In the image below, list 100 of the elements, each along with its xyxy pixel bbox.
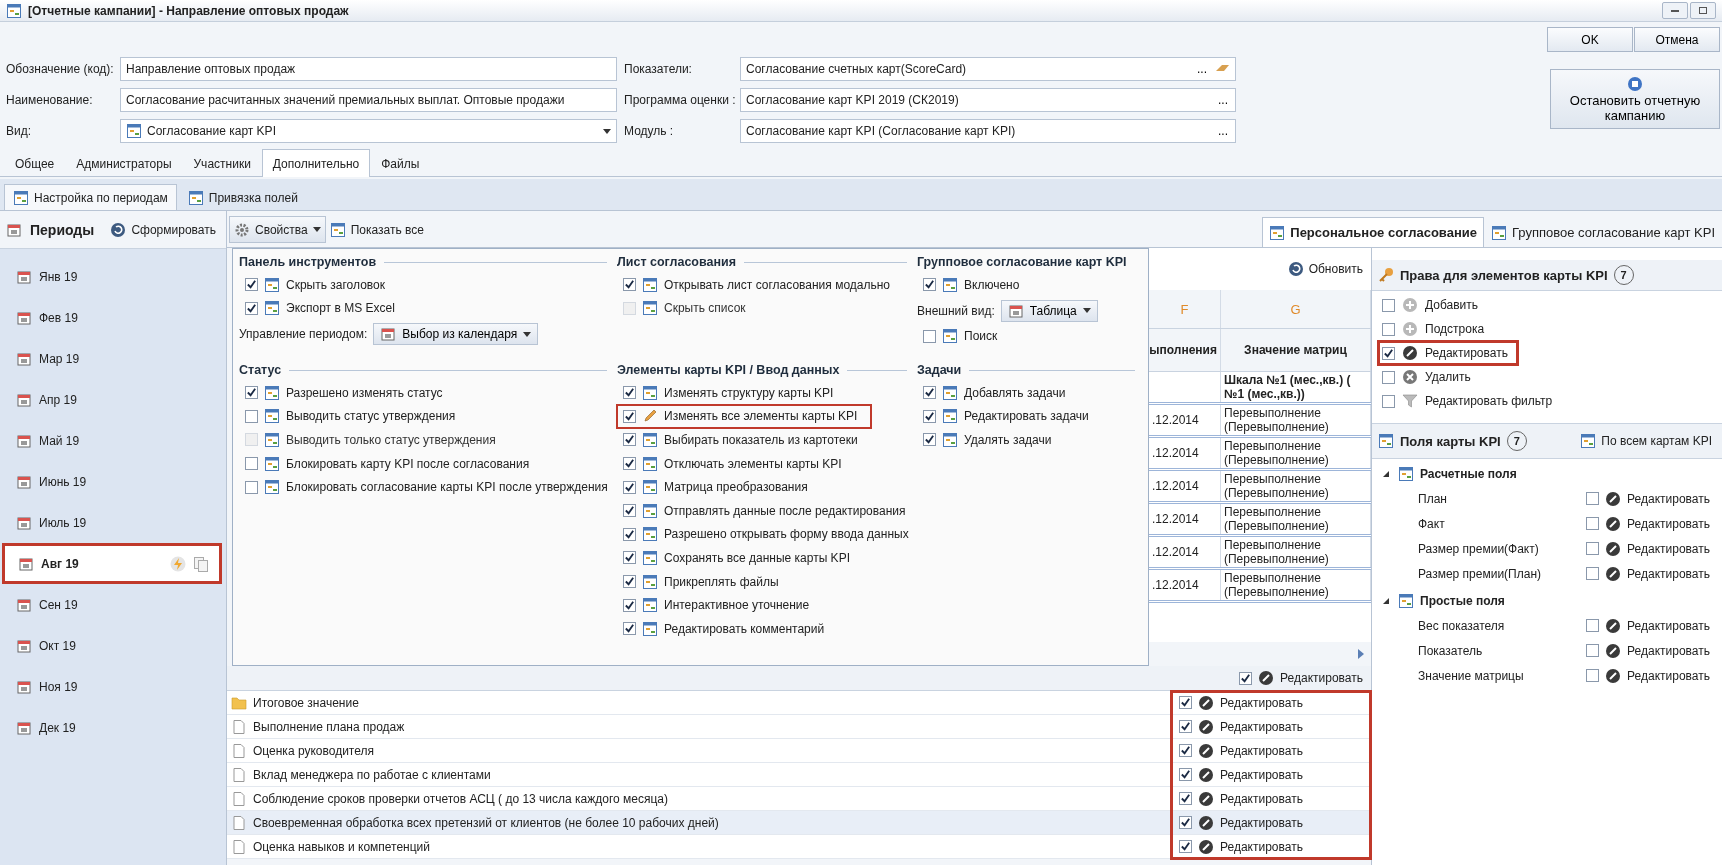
stop-campaign-button[interactable]: Остановить отчетную кампанию	[1550, 69, 1720, 129]
list-row[interactable]: Оценка навыков и компетенций	[227, 835, 1171, 859]
checkbox[interactable]	[1586, 619, 1600, 632]
field-label: Обозначение (код):	[6, 62, 115, 76]
text-field[interactable]: Согласование расчитанных значений премиальных выплат. Оптовые продажи	[120, 88, 617, 112]
list-row[interactable]: Вклад менеджера по работае с клиентами	[227, 763, 1171, 787]
checkbox[interactable]	[1239, 671, 1253, 685]
checkbox[interactable]	[1179, 816, 1192, 829]
checkbox[interactable]	[1179, 792, 1192, 805]
checkbox[interactable]	[245, 386, 258, 400]
lookup-field[interactable]: Согласование счетных карт(ScoreCard) ...	[740, 57, 1236, 81]
checkbox[interactable]	[623, 278, 636, 292]
checkbox[interactable]	[623, 386, 636, 400]
checkbox[interactable]	[623, 575, 636, 589]
dropdown[interactable]: Выбор из календаря	[373, 323, 539, 346]
checkbox[interactable]	[1382, 322, 1395, 336]
checkbox[interactable]	[923, 278, 936, 292]
period-item[interactable]: Ноя 19	[0, 666, 226, 707]
list-row[interactable]: Выполнение плана продаж	[227, 715, 1171, 739]
checkbox[interactable]	[245, 409, 258, 423]
checkbox[interactable]	[1586, 492, 1600, 505]
period-item[interactable]: Сен 19	[0, 584, 226, 625]
tab[interactable]: Персональное согласование	[1262, 217, 1484, 247]
table-icon	[264, 276, 280, 293]
refresh-button[interactable]: Обновить	[1283, 259, 1367, 279]
browse-button[interactable]: ...	[1195, 62, 1209, 76]
checkbox[interactable]	[1586, 644, 1600, 657]
checkbox[interactable]	[623, 433, 636, 447]
checkbox[interactable]	[245, 301, 258, 315]
list-row[interactable]: Итоговое значение	[227, 691, 1171, 715]
checkbox[interactable]	[623, 480, 636, 494]
checkbox[interactable]	[623, 598, 636, 612]
period-item[interactable]: Окт 19	[0, 625, 226, 666]
checkbox[interactable]	[923, 409, 936, 423]
checkbox[interactable]	[1179, 768, 1192, 781]
browse-button[interactable]: ...	[1216, 124, 1230, 138]
dialog-button[interactable]: OK	[1547, 27, 1633, 52]
checkbox[interactable]	[1179, 720, 1192, 733]
tab[interactable]: Групповое согласование карт KPI	[1484, 217, 1722, 247]
checkbox[interactable]	[623, 622, 636, 636]
checkbox[interactable]	[1586, 669, 1600, 682]
browse-button[interactable]: ...	[1216, 93, 1230, 107]
checkbox[interactable]	[623, 551, 636, 565]
checkbox[interactable]	[1382, 298, 1395, 312]
field-name: Вес показателя	[1418, 618, 1506, 633]
lookup-field[interactable]: Согласование карт KPI (Согласование карт KPI) ...	[740, 119, 1236, 143]
checkbox[interactable]	[1382, 370, 1395, 384]
checkbox[interactable]	[923, 386, 936, 400]
checkbox[interactable]	[923, 329, 936, 343]
properties-button[interactable]: Свойства	[229, 216, 326, 243]
checkbox[interactable]	[1179, 696, 1192, 709]
combo-box[interactable]: Согласование карт KPI	[120, 119, 617, 143]
tab[interactable]: Администраторы	[65, 150, 183, 176]
checkbox[interactable]	[623, 504, 636, 518]
dialog-button[interactable]: Отмена	[1634, 27, 1720, 52]
show-all-button[interactable]: Показать все	[325, 216, 428, 243]
period-item[interactable]: Июнь 19	[0, 461, 226, 502]
checkbox[interactable]	[1382, 394, 1395, 408]
all-cards-button[interactable]: По всем картам KPI	[1576, 431, 1716, 451]
checkbox[interactable]	[245, 480, 258, 494]
checkbox[interactable]	[623, 457, 636, 471]
tab[interactable]: Общее	[4, 150, 66, 176]
generate-button[interactable]: Сформировать	[106, 219, 220, 240]
checkbox[interactable]	[245, 278, 258, 292]
text-field[interactable]: Направление оптовых продаж	[120, 57, 617, 81]
checkbox[interactable]	[245, 457, 258, 471]
period-item[interactable]: Июль 19	[0, 502, 226, 543]
period-item[interactable]: Фев 19	[0, 297, 226, 338]
tab[interactable]: Настройка по периодам	[4, 184, 177, 210]
period-item[interactable]: Май 19	[0, 420, 226, 461]
checkbox[interactable]	[1179, 840, 1192, 853]
checkbox[interactable]	[1586, 567, 1600, 580]
checkbox[interactable]	[623, 409, 636, 423]
row-label: Оценка руководителя	[253, 743, 374, 758]
list-row[interactable]: Своевременная обработка всех претензий от клиентов (не более 10 рабочих дней)	[227, 811, 1171, 835]
checkbox[interactable]	[623, 527, 636, 541]
checkbox[interactable]	[1586, 542, 1600, 555]
checkbox[interactable]	[1179, 744, 1192, 757]
list-row[interactable]: Оценка руководителя	[227, 739, 1171, 763]
copy-icon	[193, 555, 209, 572]
edit-icon	[1198, 718, 1214, 735]
period-item[interactable]: Янв 19	[0, 256, 226, 297]
tab[interactable]: Дополнительно	[261, 149, 371, 177]
checkbox[interactable]	[1382, 346, 1395, 360]
lookup-field[interactable]: Согласование карт KPI 2019 (СК2019) ...	[740, 88, 1236, 112]
checkbox[interactable]	[1586, 517, 1600, 530]
option-label: Отключать элементы карты KPI	[664, 456, 842, 471]
minimize-button[interactable]	[1662, 2, 1688, 19]
field-name: План	[1418, 491, 1448, 506]
tab[interactable]: Привязка полей	[178, 184, 307, 210]
restore-button[interactable]	[1690, 2, 1716, 19]
period-item[interactable]: Дек 19	[0, 707, 226, 748]
period-item[interactable]: Мар 19	[0, 338, 226, 379]
checkbox[interactable]	[923, 433, 936, 447]
dropdown[interactable]: Таблица	[1000, 299, 1098, 322]
tab[interactable]: Участники	[182, 150, 262, 176]
tab[interactable]: Файлы	[370, 150, 431, 176]
option-label: Изменять все элементы карты KPI	[664, 409, 858, 424]
period-item[interactable]: Апр 19	[0, 379, 226, 420]
period-item[interactable]: Авг 19	[2, 543, 222, 584]
